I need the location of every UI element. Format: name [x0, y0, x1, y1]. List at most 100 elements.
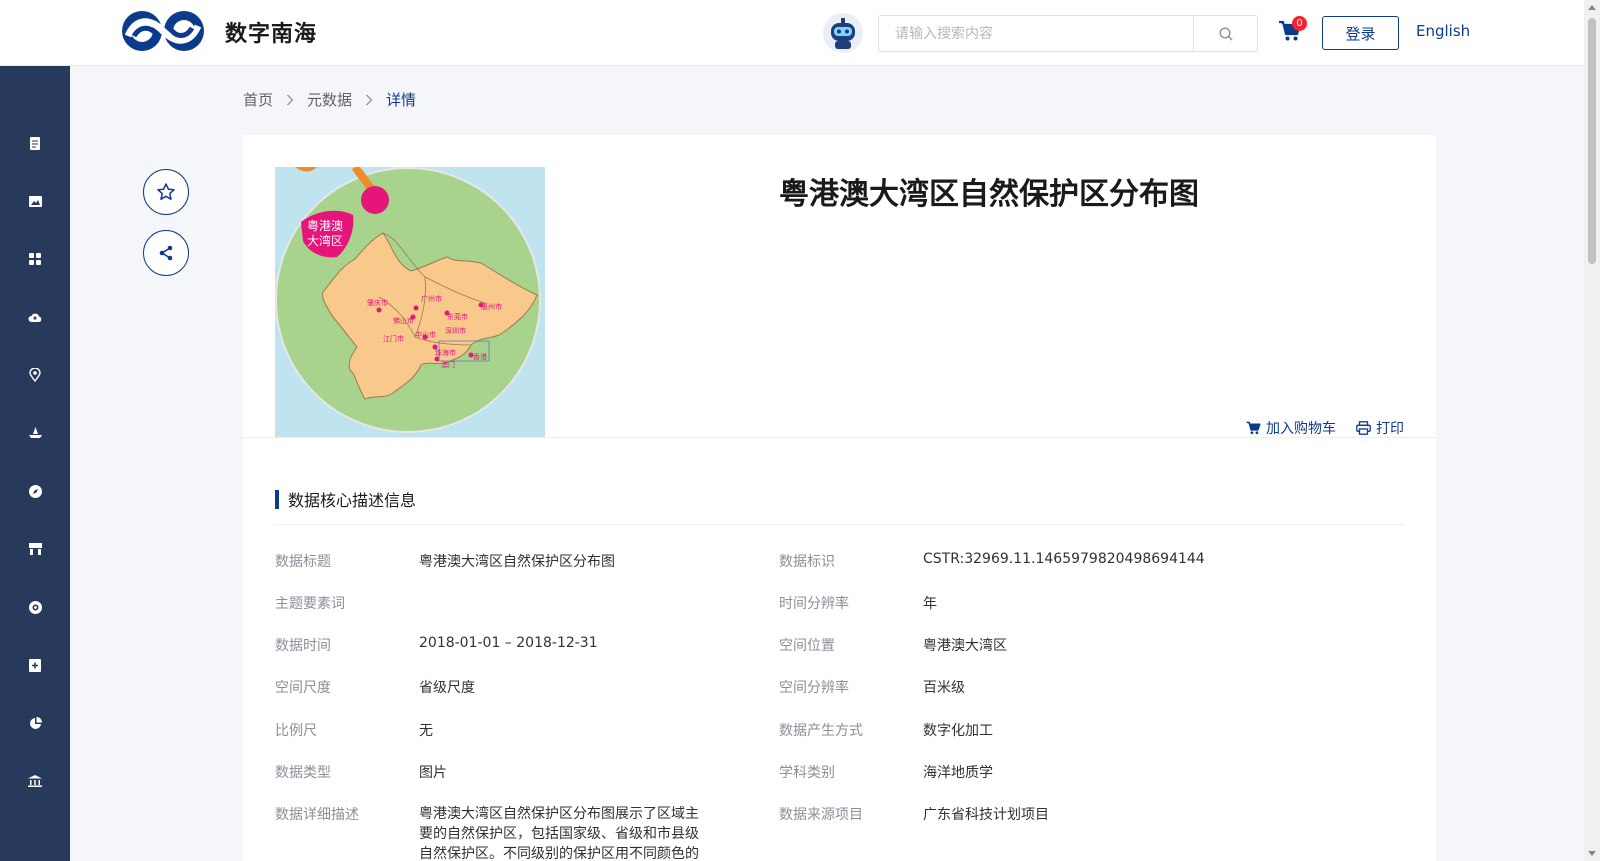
breadcrumb-metadata[interactable]: 元数据 — [307, 89, 352, 110]
meta-key: 空间尺度 — [275, 680, 331, 696]
scroll-up-arrow[interactable] — [1588, 5, 1596, 10]
meta-value: 年 — [923, 596, 937, 612]
meta-value: 2018-01-01 – 2018-12-31 — [419, 635, 598, 651]
map-city-label: 珠海市 — [435, 348, 456, 357]
meta-value: 海洋地质学 — [923, 765, 993, 781]
shopping-cart-icon — [1246, 421, 1261, 435]
map-badge-line2: 大湾区 — [307, 233, 343, 248]
add-to-cart-button[interactable]: 加入购物车 — [1246, 418, 1336, 438]
cart-button[interactable]: 0 — [1278, 16, 1308, 46]
globe-icon — [28, 600, 42, 614]
breadcrumb-current: 详情 — [386, 91, 417, 109]
map-city-label: 肇庆市 — [367, 298, 388, 307]
printer-icon — [1356, 421, 1371, 435]
detail-card: 粤港澳 大湾区 肇庆市 广州市 惠州市 佛山市 东莞市 江门市 中山市 深圳市 … — [243, 135, 1436, 861]
sidebar-item-image[interactable] — [20, 186, 50, 216]
login-button[interactable]: 登录 — [1322, 16, 1399, 50]
section-underline — [275, 524, 1404, 525]
meta-value: 图片 — [419, 765, 447, 781]
meta-row: 比例尺 无 数据产生方式 数字化加工 — [275, 720, 1404, 744]
share-button[interactable] — [143, 230, 189, 276]
meta-value: 省级尺度 — [419, 680, 475, 696]
museum-icon — [28, 775, 42, 787]
breadcrumb: 首页 元数据 详情 — [243, 89, 416, 110]
sidebar-item-store[interactable] — [20, 534, 50, 564]
left-sidebar — [0, 66, 70, 861]
add-box-icon — [29, 658, 41, 672]
top-header: 数字南海 0 登录 English — [0, 0, 1584, 66]
sidebar-item-document[interactable] — [20, 128, 50, 158]
search-input[interactable] — [879, 16, 1193, 51]
map-city-label: 惠州市 — [481, 302, 502, 311]
map-city-label: 香港 — [473, 352, 487, 361]
cart-count-badge: 0 — [1292, 16, 1307, 31]
section-header: 数据核心描述信息 — [275, 487, 416, 511]
sidebar-item-cloud[interactable] — [20, 302, 50, 332]
chevron-right-icon — [282, 92, 298, 108]
compass-icon — [28, 484, 42, 498]
search-box — [878, 15, 1258, 52]
meta-key: 时间分辨率 — [779, 596, 849, 612]
language-switch[interactable]: English — [1416, 22, 1470, 40]
sidebar-item-grid[interactable] — [20, 244, 50, 274]
image-icon — [28, 195, 42, 207]
meta-key: 主题要素词 — [275, 596, 345, 612]
share-icon — [159, 245, 173, 261]
sidebar-item-museum[interactable] — [20, 766, 50, 796]
map-city-label: 东莞市 — [447, 312, 468, 321]
robot-assistant-icon[interactable] — [822, 12, 864, 54]
map-thumbnail-image[interactable]: 粤港澳 大湾区 肇庆市 广州市 惠州市 佛山市 东莞市 江门市 中山市 深圳市 … — [275, 167, 545, 437]
detail-actions: 加入购物车 打印 — [1246, 418, 1404, 438]
sidebar-item-ship[interactable] — [20, 418, 50, 448]
site-logo[interactable] — [120, 8, 206, 54]
meta-value: 无 — [419, 723, 433, 739]
document-icon — [30, 136, 40, 150]
ship-icon — [28, 427, 42, 438]
chevron-right-icon — [361, 92, 377, 108]
data-title: 粤港澳大湾区自然保护区分布图 — [779, 177, 1199, 212]
section-title: 数据核心描述信息 — [288, 491, 417, 510]
meta-value: 广东省科技计划项目 — [923, 807, 1049, 823]
meta-value: 数字化加工 — [923, 723, 993, 739]
meta-key: 数据标识 — [779, 554, 835, 570]
site-name[interactable]: 数字南海 — [225, 16, 317, 48]
sidebar-item-add[interactable] — [20, 650, 50, 680]
meta-key: 数据详细描述 — [275, 807, 359, 823]
meta-key: 学科类别 — [779, 765, 835, 781]
meta-row: 主题要素词 时间分辨率 年 — [275, 593, 1404, 617]
map-city-label: 广州市 — [421, 294, 442, 303]
meta-key: 数据来源项目 — [779, 807, 863, 823]
meta-key: 数据标题 — [275, 554, 331, 570]
meta-value: CSTR:32969.11.1465979820498694144 — [923, 551, 1205, 567]
meta-row: 数据标题 粤港澳大湾区自然保护区分布图 数据标识 CSTR:32969.11.1… — [275, 551, 1404, 575]
meta-row: 数据详细描述 粤港澳大湾区自然保护区分布图展示了区域主要的自然保护区，包括国家级… — [275, 804, 1404, 861]
print-button[interactable]: 打印 — [1356, 418, 1404, 438]
meta-row: 数据时间 2018-01-01 – 2018-12-31 空间位置 粤港澳大湾区 — [275, 635, 1404, 659]
favorite-button[interactable] — [143, 169, 189, 215]
meta-key: 比例尺 — [275, 723, 317, 739]
sidebar-item-globe[interactable] — [20, 592, 50, 622]
sidebar-item-chart[interactable] — [20, 708, 50, 738]
meta-key: 空间位置 — [779, 638, 835, 654]
star-icon — [157, 183, 175, 200]
meta-value-description: 粤港澳大湾区自然保护区分布图展示了区域主要的自然保护区，包括国家级、省级和市县级… — [419, 806, 699, 861]
store-icon — [28, 543, 42, 555]
breadcrumb-home[interactable]: 首页 — [243, 89, 273, 110]
print-label: 打印 — [1376, 421, 1404, 437]
meta-key: 数据产生方式 — [779, 723, 863, 739]
sidebar-item-location[interactable] — [20, 360, 50, 390]
meta-value: 粤港澳大湾区自然保护区分布图 — [419, 554, 615, 570]
search-button[interactable] — [1193, 16, 1257, 51]
meta-row: 数据类型 图片 学科类别 海洋地质学 — [275, 762, 1404, 786]
pie-chart-icon — [29, 716, 42, 729]
meta-value: 粤港澳大湾区 — [923, 638, 1007, 654]
page-scrollbar[interactable] — [1584, 0, 1600, 861]
meta-row: 空间尺度 省级尺度 空间分辨率 百米级 — [275, 677, 1404, 701]
sidebar-item-compass[interactable] — [20, 476, 50, 506]
grid-icon — [29, 253, 41, 265]
section-divider — [243, 437, 1436, 438]
scrollbar-thumb[interactable] — [1588, 18, 1596, 264]
scroll-down-arrow[interactable] — [1588, 851, 1596, 856]
meta-key: 数据类型 — [275, 765, 331, 781]
map-city-label: 深圳市 — [445, 326, 466, 335]
